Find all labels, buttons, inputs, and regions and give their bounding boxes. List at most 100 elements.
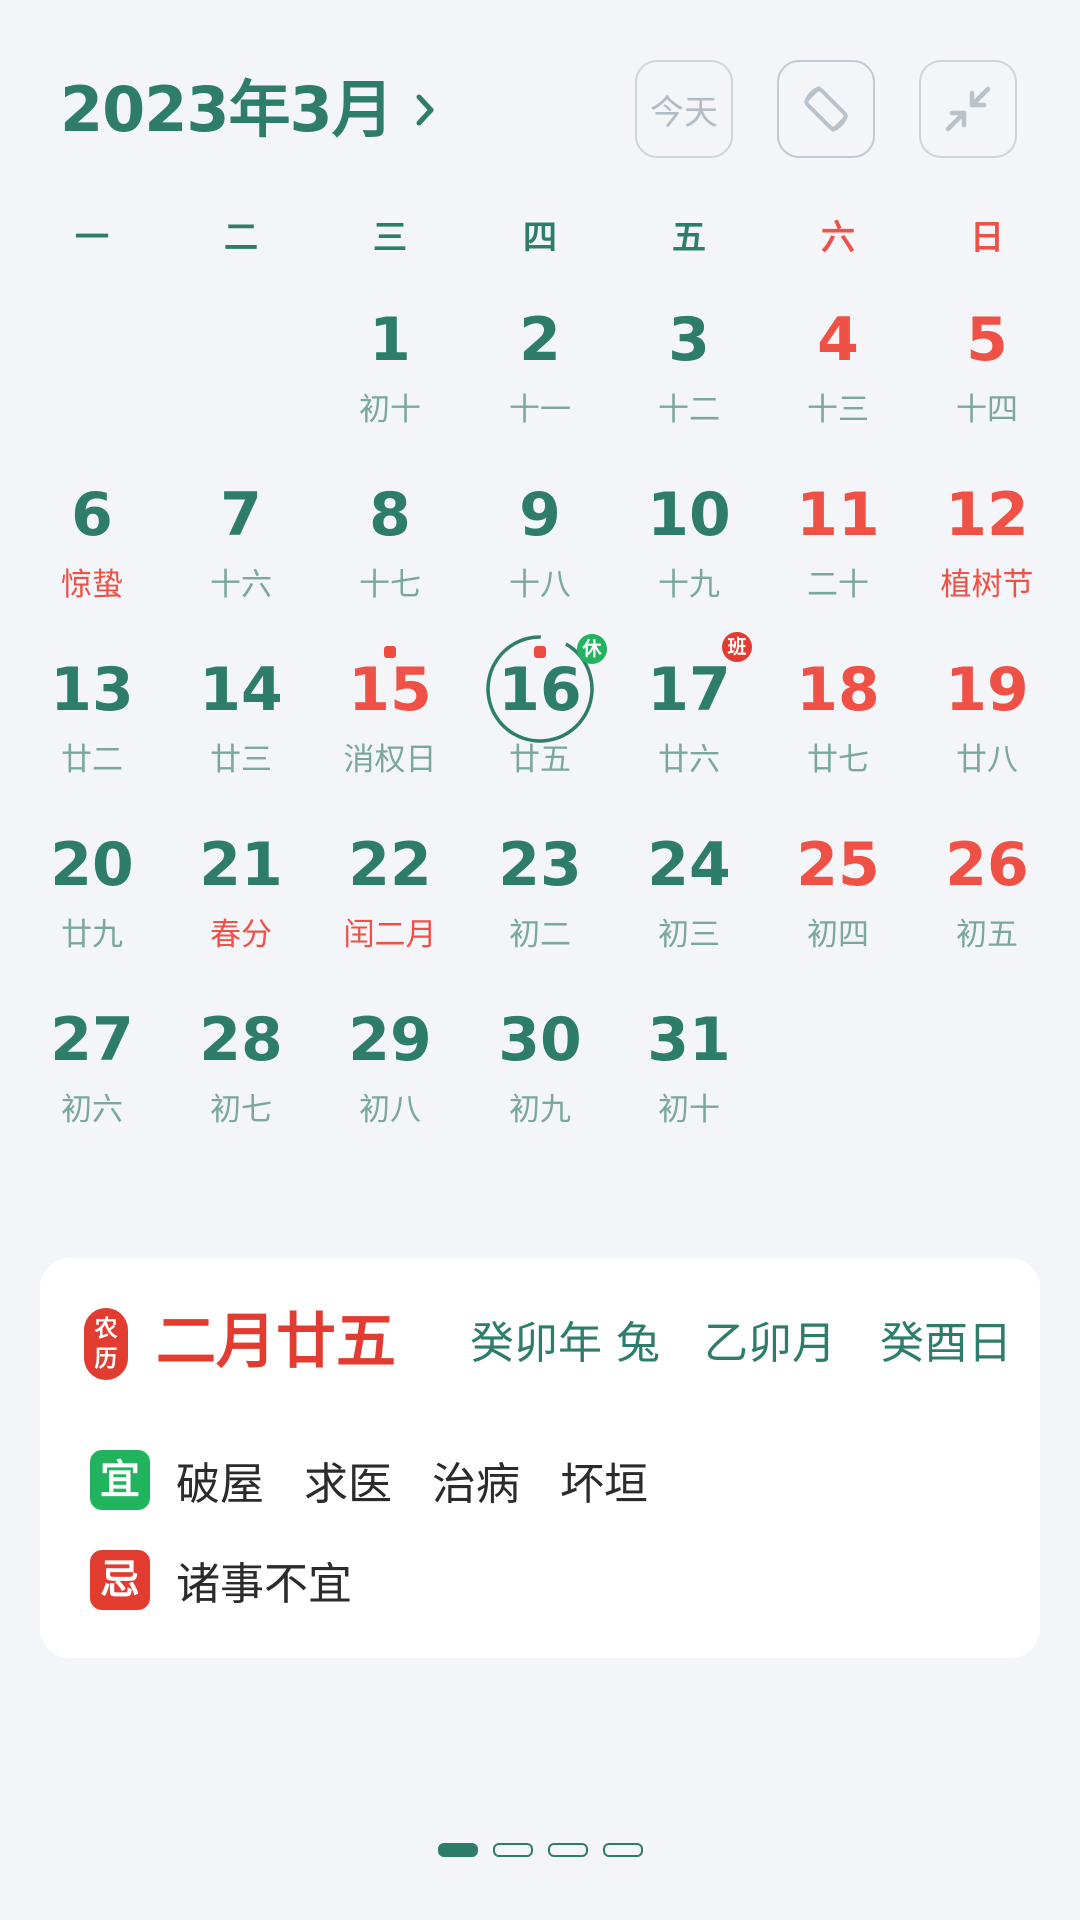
day-cell[interactable]: 26 初五: [912, 815, 1062, 985]
weekday-thu: 四: [523, 218, 557, 258]
day-detail-card[interactable]: 农 历 二月廿五 癸卯年 兔 乙卯月 癸酉日 宜 破屋 求医 治病 坏垣 忌 诸…: [40, 1258, 1040, 1658]
chevron-right-icon: [416, 94, 434, 126]
day-number: 20: [50, 830, 134, 900]
day-cell[interactable]: 27 初六: [17, 990, 167, 1160]
yi-item: 坏垣: [560, 1459, 648, 1510]
today-button-label: 今天: [650, 92, 718, 133]
day-cell[interactable]: 5 十四: [912, 290, 1062, 460]
day-cell[interactable]: 29 初八: [315, 990, 465, 1160]
day-cell[interactable]: 22 闰二月: [315, 815, 465, 985]
day-number: 9: [519, 480, 561, 550]
ji-icon: 忌: [90, 1550, 150, 1610]
lunar-tag-bottom: 历: [94, 1346, 118, 1372]
weekday-sat: 六: [821, 218, 855, 258]
day-number: 22: [348, 830, 432, 900]
day-cell[interactable]: 1 初十: [315, 290, 465, 460]
day-number: 11: [796, 480, 880, 550]
page-dot[interactable]: [603, 1843, 643, 1857]
day-cell[interactable]: 28 初七: [166, 990, 316, 1160]
collapse-arrows-icon: [945, 86, 991, 132]
day-cell[interactable]: 30 初九: [465, 990, 615, 1160]
page-dot[interactable]: [548, 1843, 588, 1857]
day-cell[interactable]: 7 十六: [166, 465, 316, 635]
day-number: 19: [945, 655, 1029, 725]
ganzhi-info: 癸卯年 兔 乙卯月 癸酉日: [470, 1314, 1012, 1374]
day-cell[interactable]: 12 植树节: [912, 465, 1062, 635]
day-number: 15: [348, 655, 432, 725]
day-cell[interactable]: 13 廿二: [17, 640, 167, 810]
day-number: 17: [647, 655, 731, 725]
yi-item: 求医: [304, 1459, 392, 1510]
day-cell[interactable]: 15 消权日: [315, 640, 465, 810]
month-selector[interactable]: 2023年3月: [60, 74, 435, 146]
calendar-grid: 1 初十 2 十一 3 十二 4 十三 5 十四 6 惊蛰 7 十六 8 十七 9 十八 10 十九 11 二十 12 植树节…: [0, 290, 1080, 1150]
day-number: 1: [369, 305, 411, 375]
day-cell[interactable]: 14 廿三: [166, 640, 316, 810]
day-cell[interactable]: 9 十八: [465, 465, 615, 635]
day-cell[interactable]: 23 初二: [465, 815, 615, 985]
day-cell[interactable]: 18 廿七: [763, 640, 913, 810]
day-number: 5: [966, 305, 1008, 375]
calendar-screen: 2023年3月 今天 一 二 三 四 五 六 日 1 初十 2 十一 3 十二 …: [0, 0, 1080, 1920]
day-cell[interactable]: 8 十七: [315, 465, 465, 635]
ji-items: 诸事不宜: [176, 1548, 378, 1612]
lunar-date: 二月廿五: [156, 1307, 396, 1377]
day-number: 24: [647, 830, 731, 900]
day-number: 21: [199, 830, 283, 900]
page-dot[interactable]: [493, 1843, 533, 1857]
screen-rotation-icon: [804, 86, 848, 132]
day-number: 4: [817, 305, 859, 375]
yi-item: 破屋: [176, 1459, 264, 1510]
day-number: 2: [519, 305, 561, 375]
today-button[interactable]: 今天: [635, 60, 733, 158]
lunar-tag-top: 农: [94, 1316, 118, 1342]
lunar-label: 十四: [956, 392, 1018, 428]
month-ganzhi: 乙卯月: [704, 1318, 836, 1369]
day-number: 8: [369, 480, 411, 550]
day-cell[interactable]: 2 十一: [465, 290, 615, 460]
day-number: 29: [348, 1005, 432, 1075]
lunar-label: 廿八: [956, 742, 1018, 778]
lunar-label: 植树节: [940, 567, 1034, 603]
header: 2023年3月 今天: [60, 58, 1020, 162]
weekday-fri: 五: [672, 218, 706, 258]
day-cell[interactable]: 20 廿九: [17, 815, 167, 985]
day-cell[interactable]: 21 春分: [166, 815, 316, 985]
day-number: 31: [647, 1005, 731, 1075]
weekday-sun: 日: [970, 218, 1004, 258]
year-ganzhi: 癸卯年 兔: [470, 1318, 660, 1369]
day-cell[interactable]: 10 十九: [614, 465, 764, 635]
day-cell[interactable]: 24 初三: [614, 815, 764, 985]
day-number: 14: [199, 655, 283, 725]
rest-day-badge: 休: [577, 634, 607, 664]
day-cell[interactable]: 17 廿六班: [614, 632, 764, 810]
day-cell-today[interactable]: 16 廿五休: [465, 634, 615, 810]
day-cell[interactable]: 4 十三: [763, 290, 913, 460]
day-cell[interactable]: 25 初四: [763, 815, 913, 985]
yi-item: 治病: [432, 1459, 520, 1510]
weekday-mon: 一: [75, 218, 109, 258]
page-indicator: [438, 1843, 658, 1857]
day-number: 3: [668, 305, 710, 375]
weekday-header: 一 二 三 四 五 六 日: [0, 210, 1080, 270]
ji-row: 忌 诸事不宜: [90, 1548, 378, 1612]
day-number: 23: [498, 830, 582, 900]
day-ganzhi: 癸酉日: [880, 1318, 1012, 1369]
yi-row: 宜 破屋 求医 治病 坏垣: [90, 1448, 674, 1512]
day-cell[interactable]: 6 惊蛰: [17, 465, 167, 635]
rotate-screen-button[interactable]: [777, 60, 875, 158]
lunar-label: 初五: [956, 917, 1018, 953]
day-number: 7: [220, 480, 262, 550]
day-number: 6: [71, 480, 113, 550]
day-cell[interactable]: 31 初十: [614, 990, 764, 1160]
collapse-button[interactable]: [919, 60, 1017, 158]
page-dot-active[interactable]: [438, 1843, 478, 1857]
event-dot: [534, 646, 546, 658]
day-cell[interactable]: 3 十二: [614, 290, 764, 460]
weekday-tue: 二: [224, 218, 258, 258]
day-number: 18: [796, 655, 880, 725]
day-number: 10: [647, 480, 731, 550]
day-cell[interactable]: 11 二十: [763, 465, 913, 635]
day-number: 13: [50, 655, 134, 725]
day-cell[interactable]: 19 廿八: [912, 640, 1062, 810]
